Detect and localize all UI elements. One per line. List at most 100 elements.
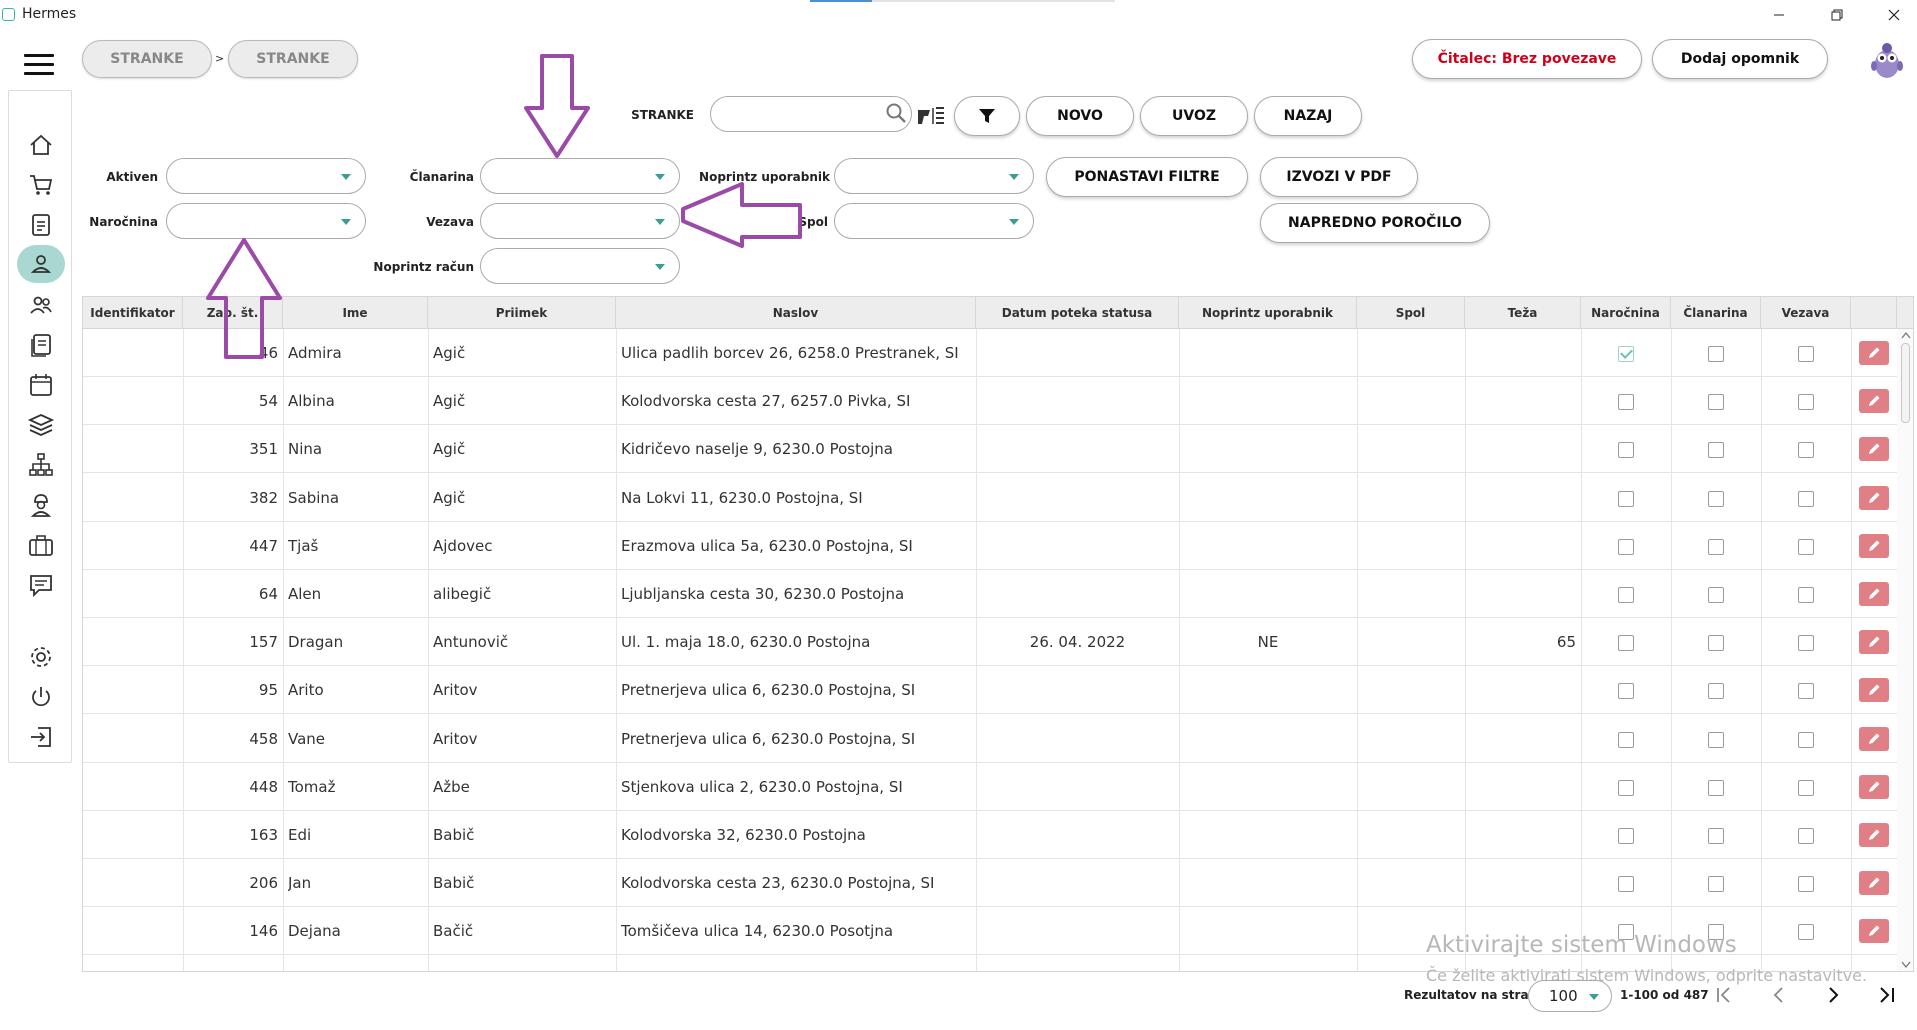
sidebar-item-network[interactable] (23, 447, 59, 483)
sidebar-item-layers[interactable] (23, 407, 59, 443)
checkbox-narocnina[interactable] (1618, 538, 1634, 555)
table-row[interactable]: 447 Tjaš Ajdovec Erazmova ulica 5a, 6230.0 … (83, 522, 1897, 570)
table-row[interactable]: 163 Edi Babič Kolodvorska 32, 6230.0 Postoj… (83, 811, 1897, 859)
sidebar-item-power[interactable] (23, 679, 59, 715)
checkbox-clanarina[interactable] (1708, 538, 1724, 555)
filter-narocnina-select[interactable] (166, 203, 366, 239)
edit-button[interactable] (1859, 341, 1889, 365)
nazaj-button[interactable]: NAZAJ (1254, 96, 1362, 136)
column-header[interactable]: Zap. št. (183, 297, 283, 329)
checkbox-clanarina[interactable] (1708, 779, 1724, 796)
table-row[interactable]: 448 Tomaž Ažbe Stjenkova ulica 2, 6230.0 Po… (83, 763, 1897, 811)
edit-button[interactable] (1859, 919, 1889, 944)
page-size-select[interactable]: 100 (1528, 980, 1612, 1012)
scroll-up-icon[interactable] (1901, 331, 1911, 339)
checkbox-vezava[interactable] (1798, 346, 1814, 362)
checkbox-narocnina[interactable] (1618, 635, 1634, 652)
filter-spol-select[interactable] (834, 203, 1034, 239)
close-button[interactable] (1871, 0, 1917, 30)
filter-aktiven-select[interactable] (166, 158, 366, 194)
edit-button[interactable] (1859, 726, 1889, 751)
checkbox-narocnina[interactable] (1618, 490, 1634, 507)
checkbox-clanarina[interactable] (1708, 490, 1724, 507)
breadcrumb-item-1[interactable]: STRANKE (82, 40, 212, 78)
checkbox-narocnina[interactable] (1618, 346, 1634, 362)
checkbox-vezava[interactable] (1798, 587, 1814, 603)
checkbox-vezava[interactable] (1798, 635, 1814, 652)
sidebar-item-settings[interactable] (23, 639, 59, 675)
checkbox-clanarina[interactable] (1708, 442, 1724, 459)
checkbox-clanarina[interactable] (1708, 683, 1724, 700)
checkbox-narocnina[interactable] (1618, 683, 1634, 700)
avatar[interactable] (1868, 38, 1906, 82)
checkbox-narocnina[interactable] (1618, 731, 1634, 748)
search-icon[interactable] (885, 102, 907, 124)
menu-button[interactable] (24, 54, 54, 76)
filter-vezava-select[interactable] (480, 203, 680, 239)
edit-button[interactable] (1859, 485, 1889, 510)
checkbox-narocnina[interactable] (1618, 779, 1634, 796)
checkbox-narocnina[interactable] (1618, 442, 1634, 459)
column-header[interactable]: Noprintz uporabnik (1179, 297, 1357, 329)
edit-button[interactable] (1859, 582, 1889, 606)
table-row[interactable]: 382 Sabina Agič Na Lokvi 11, 6230.0 Postojn… (83, 474, 1897, 522)
filter-noprintz-racun-select[interactable] (480, 248, 680, 284)
table-row[interactable]: 95 Arito Aritov Pretnerjeva ulica 6, 6230.0… (83, 666, 1897, 715)
checkbox-clanarina[interactable] (1708, 731, 1724, 748)
add-reminder-button[interactable]: Dodaj opomnik (1652, 39, 1828, 79)
edit-button[interactable] (1859, 389, 1889, 414)
checkbox-vezava[interactable] (1798, 490, 1814, 507)
edit-button[interactable] (1859, 823, 1889, 847)
column-header[interactable]: Datum poteka statusa (976, 297, 1179, 329)
sidebar-item-workers[interactable] (23, 487, 59, 523)
table-row[interactable]: 64 Alen alibegič Ljubljanska cesta 30, 6230… (83, 570, 1897, 618)
next-page-button[interactable] (1820, 982, 1846, 1008)
checkbox-vezava[interactable] (1798, 683, 1814, 700)
barcode-scanner-icon[interactable] (916, 104, 946, 128)
sidebar-item-customers[interactable] (17, 245, 65, 283)
novo-button[interactable]: NOVO (1026, 96, 1134, 136)
scroll-down-icon[interactable] (1901, 961, 1911, 969)
edit-button[interactable] (1859, 533, 1889, 558)
checkbox-vezava[interactable] (1798, 924, 1814, 941)
checkbox-narocnina[interactable] (1618, 394, 1634, 411)
filter-noprintz-uporabnik-select[interactable] (834, 158, 1034, 194)
table-row[interactable]: 351 Nina Agič Kidričevo naselje 9, 6230.0 P… (83, 425, 1897, 474)
sidebar-item-groups[interactable] (23, 287, 59, 323)
search-input[interactable] (710, 96, 912, 132)
restore-button[interactable] (1814, 0, 1860, 30)
sidebar-item-documents[interactable] (23, 207, 59, 243)
edit-button[interactable] (1859, 678, 1889, 703)
table-row[interactable]: 157 Dragan Antunovič Ul. 1. maja 18.0, 6230… (83, 618, 1897, 667)
column-header[interactable]: Članarina (1671, 297, 1761, 329)
sidebar-item-logout[interactable] (23, 719, 59, 755)
sidebar-item-business[interactable] (23, 527, 59, 563)
checkbox-clanarina[interactable] (1708, 346, 1724, 362)
checkbox-clanarina[interactable] (1708, 635, 1724, 652)
column-header[interactable]: Naročnina (1581, 297, 1671, 329)
checkbox-vezava[interactable] (1798, 442, 1814, 459)
filter-button[interactable] (954, 96, 1020, 136)
checkbox-vezava[interactable] (1798, 394, 1814, 411)
scrollbar-thumb[interactable] (1901, 343, 1910, 423)
filter-clanarina-select[interactable] (480, 158, 680, 194)
sidebar-item-lists[interactable] (23, 327, 59, 363)
table-row[interactable]: 458 Vane Aritov Pretnerjeva ulica 6, 6230.0… (83, 715, 1897, 763)
edit-button[interactable] (1859, 630, 1889, 655)
table-row[interactable]: 46 Admira Agič Ulica padlih borcev 26, 6258… (83, 329, 1897, 377)
checkbox-vezava[interactable] (1798, 538, 1814, 555)
edit-button[interactable] (1859, 437, 1889, 462)
column-header[interactable]: Teža (1465, 297, 1581, 329)
sidebar-item-cart[interactable] (23, 167, 59, 203)
vertical-scrollbar[interactable] (1897, 329, 1913, 971)
checkbox-vezava[interactable] (1798, 779, 1814, 796)
sidebar-item-messages[interactable] (23, 567, 59, 603)
checkbox-vezava[interactable] (1798, 876, 1814, 893)
checkbox-narocnina[interactable] (1618, 587, 1634, 603)
minimize-button[interactable] (1756, 0, 1802, 30)
checkbox-clanarina[interactable] (1708, 828, 1724, 844)
breadcrumb-item-2[interactable]: STRANKE (228, 40, 358, 78)
checkbox-narocnina[interactable] (1618, 876, 1634, 893)
checkbox-clanarina[interactable] (1708, 876, 1724, 893)
advanced-report-button[interactable]: NAPREDNO POROČILO (1260, 203, 1490, 243)
